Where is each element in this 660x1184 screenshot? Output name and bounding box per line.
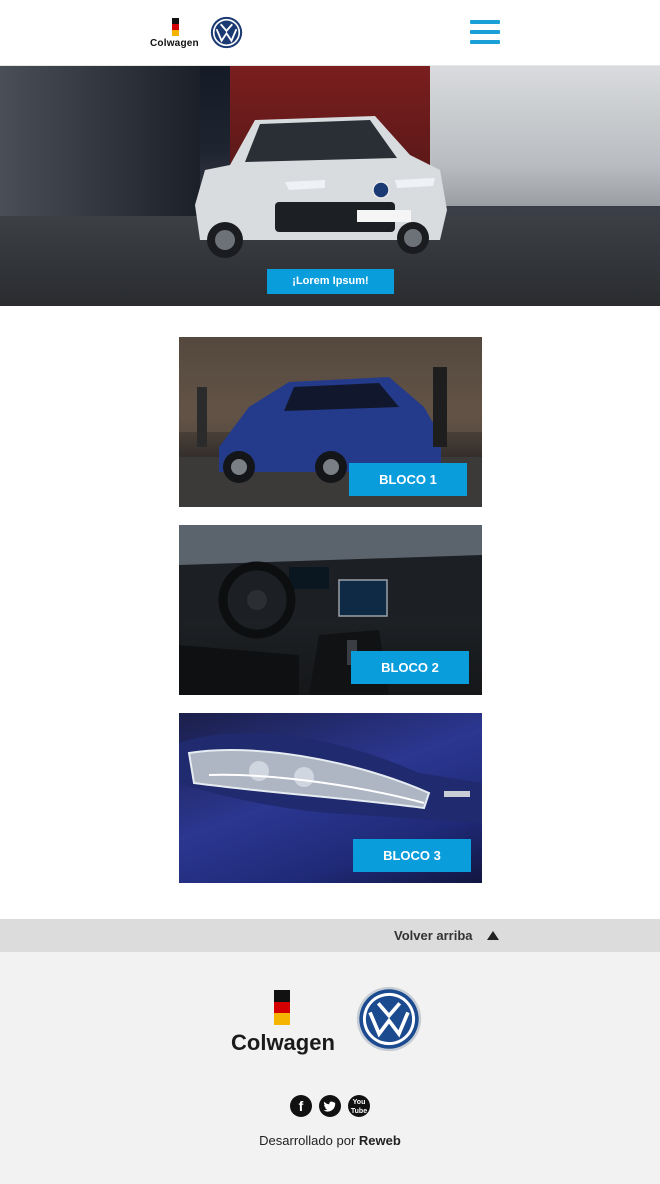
hero-cta-button[interactable]: ¡Lorem Ipsum! xyxy=(267,269,394,294)
youtube-label-bottom: Tube xyxy=(350,1108,368,1115)
facebook-icon[interactable]: f xyxy=(290,1095,312,1117)
site-header: Colwagen xyxy=(0,0,660,66)
german-flag-icon xyxy=(172,18,179,36)
bloco-3-button[interactable]: BLOCO 3 xyxy=(353,839,471,872)
credit-prefix: Desarrollado por xyxy=(259,1133,356,1148)
brand-name: Colwagen xyxy=(150,38,199,49)
german-flag-icon xyxy=(274,990,290,1025)
vw-logo-icon xyxy=(356,986,422,1052)
hero-suv-image xyxy=(195,116,447,258)
footer-brand-name: Colwagen xyxy=(231,1030,335,1055)
back-to-top-link[interactable]: Volver arriba xyxy=(394,928,473,943)
youtube-label-top: You xyxy=(352,1099,366,1106)
hero-banner: ¡Lorem Ipsum! xyxy=(0,66,660,306)
bloco-2-button[interactable]: BLOCO 2 xyxy=(351,651,469,684)
colwagen-logo[interactable]: Colwagen xyxy=(150,16,202,52)
bloco-1-button[interactable]: BLOCO 1 xyxy=(349,463,467,496)
twitter-icon[interactable] xyxy=(319,1095,341,1117)
twitter-bird-icon xyxy=(323,1101,336,1112)
hamburger-menu-icon[interactable] xyxy=(470,20,500,46)
vw-logo-icon[interactable] xyxy=(210,16,243,49)
youtube-icon[interactable]: You Tube xyxy=(348,1095,370,1117)
block-card-1[interactable]: BLOCO 1 xyxy=(179,337,482,507)
developer-credit: Desarrollado por Reweb xyxy=(0,1133,660,1148)
back-to-top-bar: Volver arriba xyxy=(0,919,660,952)
block-card-3[interactable]: BLOCO 3 xyxy=(179,713,482,883)
triangle-up-icon[interactable] xyxy=(487,931,499,940)
site-footer: Colwagen f You Tube Desarrollado por Rew… xyxy=(0,952,660,1184)
block-card-2[interactable]: BLOCO 2 xyxy=(179,525,482,695)
hero-building-left xyxy=(0,66,200,226)
developer-link[interactable]: Reweb xyxy=(359,1133,401,1148)
hero-building-white xyxy=(430,66,660,206)
